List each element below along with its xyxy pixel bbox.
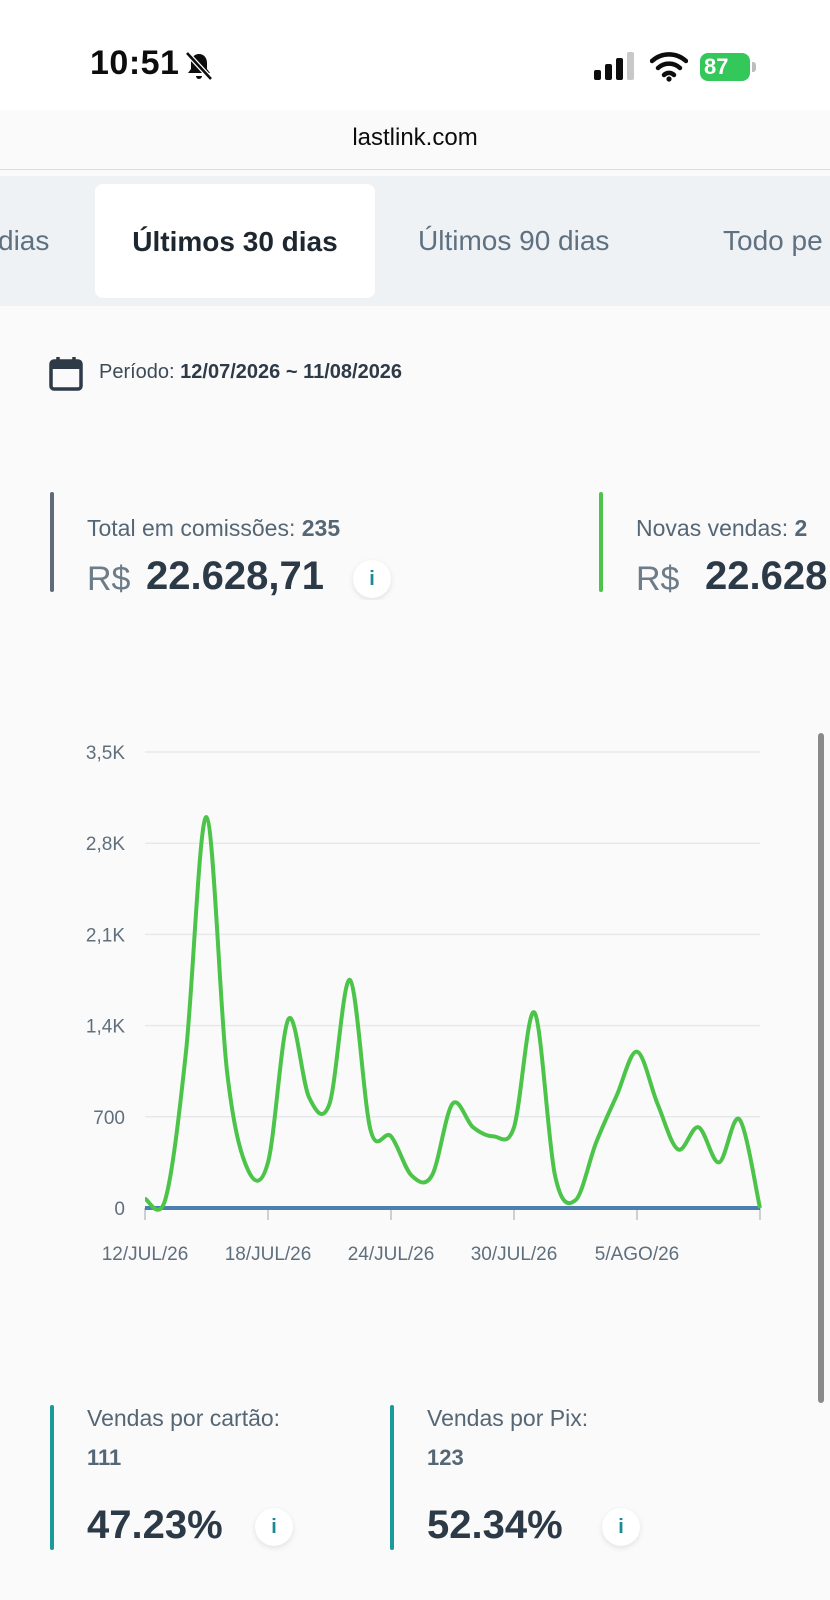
card-sales-count: 111	[87, 1445, 122, 1470]
period-tabs: dias Últimos 30 dias Últimos 90 dias Tod…	[0, 176, 830, 306]
battery-indicator: 87	[700, 53, 756, 81]
y-tick-label: 700	[93, 1108, 125, 1129]
y-tick-label: 2,1K	[86, 925, 125, 946]
period-range: Período: 12/07/2026 ~ 11/08/2026	[99, 361, 402, 384]
tab-7-days-partial[interactable]: dias	[0, 176, 49, 306]
battery-level: 87	[700, 53, 750, 81]
commissions-amount: 22.628,71	[146, 554, 324, 598]
card-sales-accent-bar	[50, 1405, 54, 1550]
y-tick-label: 1,4K	[86, 1017, 125, 1038]
tab-all-period-partial[interactable]: Todo pe	[723, 176, 823, 306]
calendar-icon	[49, 357, 83, 391]
address-bar-divider	[0, 169, 830, 170]
commissions-accent-bar	[50, 492, 54, 592]
new-sales-accent-bar	[599, 492, 603, 592]
tab-last-30-days[interactable]: Últimos 30 dias	[95, 184, 375, 298]
cellular-signal-icon	[594, 52, 634, 80]
new-sales-count: 2	[794, 515, 808, 541]
new-sales-amount: 22.628,71	[705, 554, 830, 598]
wifi-icon	[650, 52, 688, 82]
pix-sales-label: Vendas por Pix:	[427, 1405, 589, 1431]
pix-sales-card: Vendas por Pix: 123 52.34% i	[390, 1405, 720, 1550]
vertical-scrollbar[interactable]	[818, 733, 824, 1403]
x-tick-label: 12/JUL/26	[102, 1244, 189, 1265]
sales-chart: 0 700 1,4K 2,1K 2,8K 3,5K 12/JUL/26 18/JUL/26 24…	[0, 700, 830, 1300]
x-tick-label: 24/JUL/26	[348, 1244, 435, 1265]
new-sales-label-line: Novas vendas: 2	[636, 515, 807, 542]
new-sales-currency: R$	[636, 560, 680, 598]
x-tick-label: 30/JUL/26	[471, 1244, 558, 1265]
y-tick-label: 2,8K	[86, 834, 125, 855]
commissions-currency: R$	[87, 560, 131, 598]
tab-last-90-days[interactable]: Últimos 90 dias	[418, 176, 609, 306]
card-sales-info-icon[interactable]: i	[255, 1508, 293, 1546]
new-sales-card: Novas vendas: 2 R$ 22.628,71	[599, 492, 830, 598]
commissions-count: 235	[301, 515, 341, 541]
pix-sales-count: 123	[427, 1445, 464, 1470]
card-sales-percent: 47.23%	[87, 1503, 223, 1547]
commissions-info-icon[interactable]: i	[353, 560, 391, 598]
commissions-label-line: Total em comissões: 235	[87, 515, 340, 542]
series-line-sales	[143, 815, 762, 1212]
bell-muted-icon	[185, 51, 213, 81]
sales-line-chart: 0 700 1,4K 2,1K 2,8K 3,5K 12/JUL/26 18/JUL/26 24…	[86, 743, 762, 1265]
pix-sales-info-icon[interactable]: i	[602, 1508, 640, 1546]
address-bar-url[interactable]: lastlink.com	[0, 124, 830, 152]
stats-row: Total em comissões: 235 R$ 22.628,71 i N…	[0, 470, 830, 600]
y-tick-label: 3,5K	[86, 743, 125, 764]
status-bar: 10:51 87 lastlink.com	[0, 0, 830, 170]
card-sales-label: Vendas por cartão:	[87, 1405, 281, 1431]
battery-tip	[752, 62, 756, 72]
status-time: 10:51	[90, 44, 180, 82]
x-tick-label: 18/JUL/26	[225, 1244, 312, 1265]
pix-sales-accent-bar	[390, 1405, 394, 1550]
x-tick-label: 5/AGO/26	[595, 1244, 680, 1265]
commissions-card: Total em comissões: 235 R$ 22.628,71 i	[50, 492, 450, 598]
period-dates: 12/07/2026 ~ 11/08/2026	[180, 361, 403, 383]
pix-sales-percent: 52.34%	[427, 1503, 563, 1547]
period-label: Período:	[99, 361, 175, 383]
commissions-label: Total em comissões:	[87, 515, 296, 541]
card-sales-card: Vendas por cartão: 111 47.23% i	[50, 1405, 380, 1550]
new-sales-label: Novas vendas:	[636, 515, 789, 541]
y-tick-label: 0	[114, 1199, 125, 1220]
